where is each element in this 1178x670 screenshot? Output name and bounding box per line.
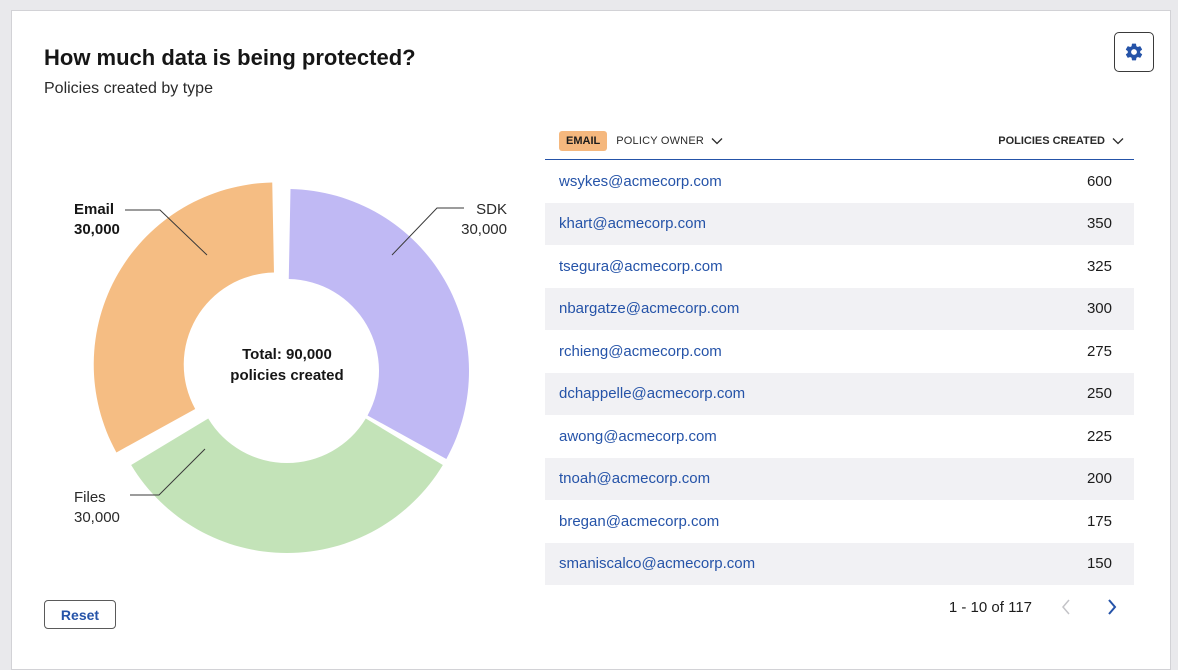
email-slice[interactable]: [93, 182, 274, 453]
sdk-slice[interactable]: [288, 189, 469, 459]
owner-email-link[interactable]: bregan@acmecorp.com: [559, 513, 719, 530]
email-slice-value: 30,000: [74, 221, 120, 238]
policies-count: 600: [1086, 172, 1112, 190]
sdk-slice-value: 30,000: [461, 221, 507, 238]
dashboard-card: How much data is being protected? Polici…: [11, 10, 1171, 670]
table-row[interactable]: tnoah@acmecorp.com 200: [545, 457, 1134, 500]
pagination-range-start-end: 1 - 10: [948, 598, 988, 616]
files-slice-name: Files: [74, 489, 106, 506]
table-row[interactable]: tsegura@acmecorp.com 325: [545, 245, 1134, 288]
table-row[interactable]: dchappelle@acmecorp.com 250: [545, 372, 1134, 415]
owner-email-link[interactable]: smaniscalco@acmecorp.com: [559, 555, 755, 572]
chevron-right-icon: [1108, 599, 1117, 615]
policies-donut-chart: SDK 30,000 Email 30,000 Files 30,000 Tot…: [74, 182, 507, 553]
policies-count: 225: [1086, 427, 1112, 445]
policies-created-column-header[interactable]: POLICIES CREATED: [998, 135, 1124, 147]
owner-email-link[interactable]: tsegura@acmecorp.com: [559, 258, 723, 275]
sdk-slice-name: SDK: [476, 201, 507, 218]
policies-count: 300: [1086, 300, 1112, 318]
table-body: wsykes@acmecorp.com 600 khart@acmecorp.co…: [545, 160, 1134, 585]
next-page-button[interactable]: [1100, 595, 1124, 619]
chevron-down-icon: [711, 137, 723, 145]
policies-created-column-label: POLICIES CREATED: [998, 135, 1105, 147]
policies-count: 150: [1086, 555, 1112, 573]
policy-owner-table: EMAIL POLICY OWNER POLICIES CREATED wsyk…: [545, 123, 1134, 585]
owner-email-link[interactable]: awong@acmecorp.com: [559, 428, 717, 445]
policies-count: 175: [1086, 512, 1112, 530]
donut-center-total: Total: 90,000: [242, 346, 332, 363]
files-slice[interactable]: [131, 418, 443, 553]
owner-email-link[interactable]: wsykes@acmecorp.com: [559, 173, 722, 190]
table-row[interactable]: khart@acmecorp.com 350: [545, 202, 1134, 245]
owner-email-link[interactable]: tnoah@acmecorp.com: [559, 470, 710, 487]
policy-owner-column-label: POLICY OWNER: [616, 135, 705, 147]
chevron-left-icon: [1062, 599, 1070, 615]
table-row[interactable]: wsykes@acmecorp.com 600: [545, 160, 1134, 203]
owner-email-link[interactable]: nbargatze@acmecorp.com: [559, 300, 739, 317]
gear-icon: [1125, 43, 1143, 61]
pagination-total: of 117: [991, 598, 1032, 616]
owner-email-link[interactable]: dchappelle@acmecorp.com: [559, 385, 745, 402]
table-row[interactable]: smaniscalco@acmecorp.com 150: [545, 542, 1134, 585]
chevron-down-icon: [1112, 137, 1124, 145]
email-filter-badge[interactable]: EMAIL: [559, 131, 608, 151]
pagination-range: 1 - 10 of 117: [949, 599, 1032, 616]
pagination: 1 - 10 of 117: [545, 591, 1134, 623]
previous-page-button[interactable]: [1054, 595, 1078, 619]
table-header: EMAIL POLICY OWNER POLICIES CREATED: [545, 123, 1134, 160]
policy-owner-column-header[interactable]: POLICY OWNER: [616, 135, 723, 147]
table-row[interactable]: nbargatze@acmecorp.com 300: [545, 287, 1134, 330]
files-slice-value: 30,000: [74, 509, 120, 526]
table-row[interactable]: bregan@acmecorp.com 175: [545, 500, 1134, 543]
policies-count: 325: [1086, 257, 1112, 275]
owner-email-link[interactable]: khart@acmecorp.com: [559, 215, 706, 232]
policies-count: 200: [1086, 470, 1112, 488]
policies-count: 250: [1086, 385, 1112, 403]
settings-button[interactable]: [1114, 32, 1154, 72]
policies-count: 275: [1086, 342, 1112, 360]
owner-email-link[interactable]: rchieng@acmecorp.com: [559, 343, 722, 360]
table-row[interactable]: rchieng@acmecorp.com 275: [545, 330, 1134, 373]
donut-center-caption: policies created: [230, 367, 343, 384]
policies-count: 350: [1086, 215, 1112, 233]
email-slice-name: Email: [74, 201, 114, 218]
reset-button[interactable]: Reset: [44, 600, 116, 629]
table-row[interactable]: awong@acmecorp.com 225: [545, 415, 1134, 458]
